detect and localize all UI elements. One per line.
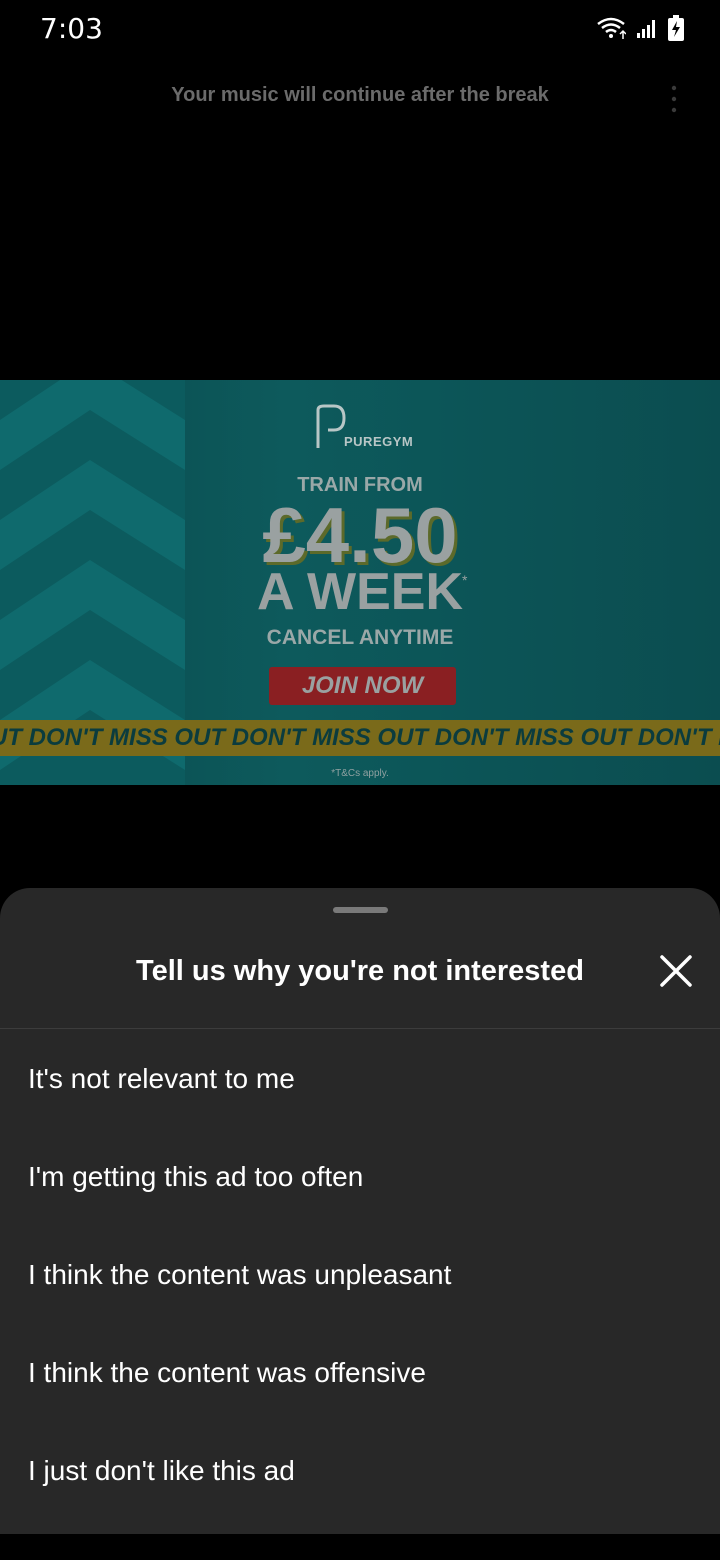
ad-per-week: A WEEK: [256, 563, 464, 621]
reason-options-list: It's not relevant to me I'm getting this…: [0, 1030, 720, 1520]
more-options-icon[interactable]: [666, 84, 682, 114]
join-now-button[interactable]: JOIN NOW: [269, 667, 456, 705]
sheet-title: Tell us why you're not interested: [136, 955, 584, 987]
battery-icon: [668, 15, 684, 41]
status-time: 7:03: [40, 12, 103, 45]
ad-asterisk: *: [462, 572, 468, 588]
option-unpleasant[interactable]: I think the content was unpleasant: [0, 1226, 720, 1324]
feedback-bottom-sheet: Tell us why you're not interested It's n…: [0, 888, 720, 1534]
ad-banner[interactable]: PUREGYM TRAIN FROM £4.50 A WEEK * CANCEL…: [0, 380, 720, 785]
header-message: Your music will continue after the break: [171, 84, 549, 106]
ad-terms: *T&Cs apply.: [331, 768, 389, 779]
status-icons: [596, 14, 684, 42]
sheet-divider: [0, 1028, 720, 1029]
wifi-icon: [597, 17, 626, 39]
sheet-drag-handle[interactable]: [333, 907, 388, 913]
ad-ribbon: UT DON'T MISS OUT DON'T MISS OUT DON'T M…: [0, 720, 720, 756]
option-too-often[interactable]: I'm getting this ad too often: [0, 1128, 720, 1226]
option-offensive[interactable]: I think the content was offensive: [0, 1324, 720, 1422]
ad-ribbon-text: UT DON'T MISS OUT DON'T MISS OUT DON'T M…: [0, 724, 720, 751]
puregym-logo-icon: [316, 404, 346, 448]
ad-cancel-anytime: CANCEL ANYTIME: [266, 626, 454, 649]
close-icon[interactable]: [656, 951, 696, 991]
option-dont-like[interactable]: I just don't like this ad: [0, 1422, 720, 1520]
status-bar: 7:03: [0, 0, 720, 56]
signal-icon: [637, 20, 655, 38]
option-not-relevant[interactable]: It's not relevant to me: [0, 1030, 720, 1128]
ad-brand: PUREGYM: [344, 434, 414, 449]
